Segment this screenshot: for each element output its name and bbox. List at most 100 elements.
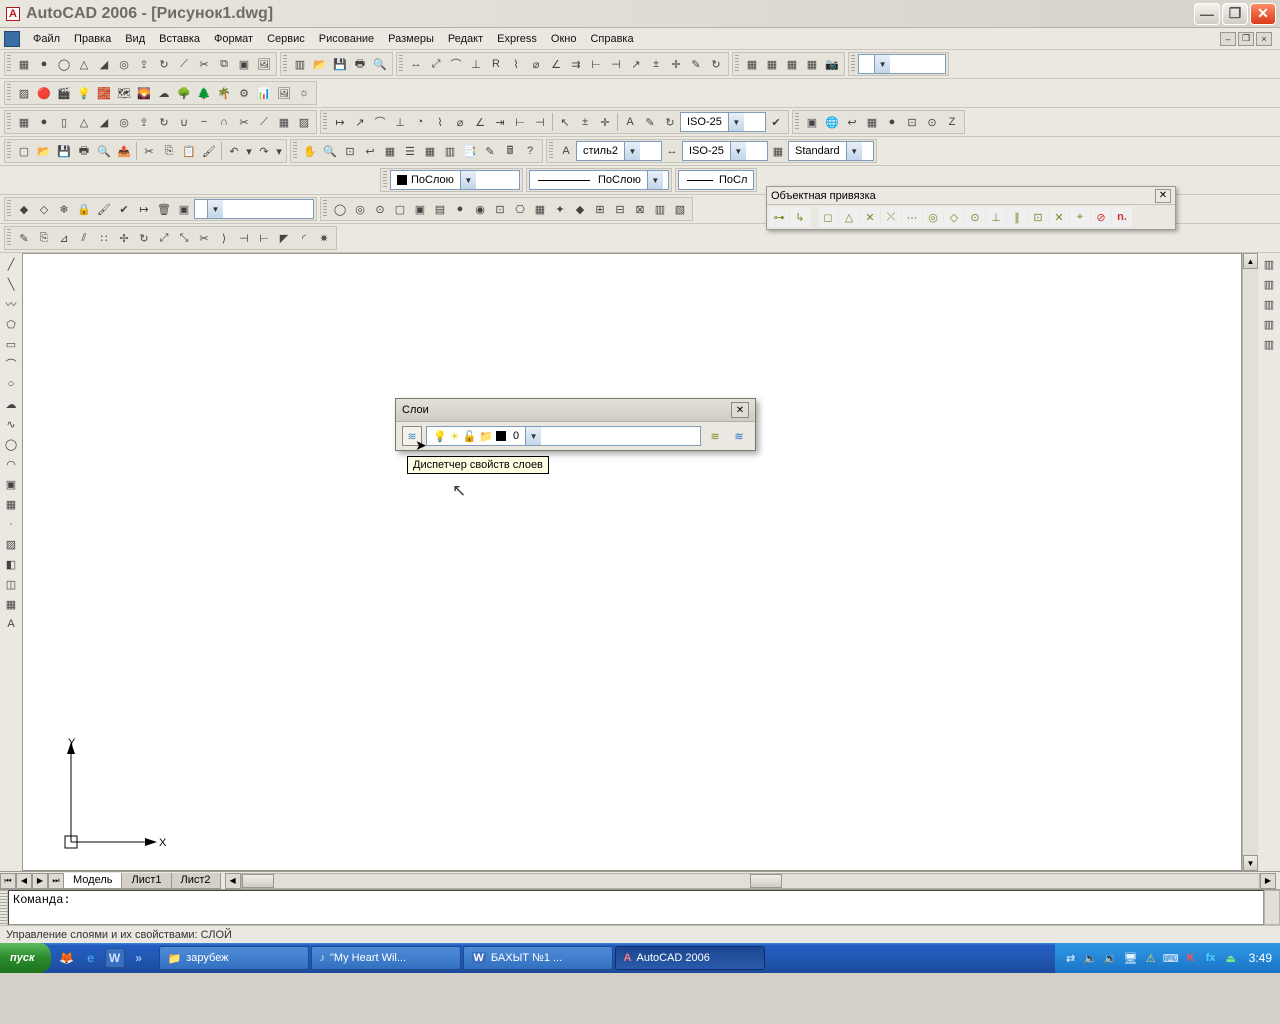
tool-palettes-icon[interactable]: ▥ [1260,255,1278,273]
ltype-combo[interactable]: ПоСлою▼ [529,170,669,190]
dimstyle-combo[interactable]: ISO-25▼ [680,112,766,132]
intersect-icon[interactable]: ∩ [214,112,234,132]
d-update-icon[interactable]: ↻ [660,112,680,132]
minimize-button[interactable]: — [1194,3,1220,25]
zoom-prev-icon[interactable]: ↩ [360,141,380,161]
ssm-icon[interactable]: 📑 [460,141,480,161]
textstyle-icon[interactable]: A [556,141,576,161]
layer-combo[interactable]: 💡 ☀ 🔓 📁 0 ▼ [426,426,701,446]
wedge-icon[interactable]: ◢ [94,54,114,74]
osnap-int-icon[interactable]: ✕ [860,207,880,227]
menu-window[interactable]: Окно [544,31,584,47]
d-jog-icon[interactable]: ⌇ [430,112,450,132]
layerfrz-icon[interactable]: ❄ [54,199,74,219]
re11-icon[interactable]: ▦ [530,199,550,219]
section-icon[interactable]: ✂ [194,54,214,74]
publish-icon[interactable]: 📤 [114,141,134,161]
ucs-obj-icon[interactable]: ● [882,112,902,132]
close-button[interactable]: ✕ [1250,3,1276,25]
slice2-icon[interactable]: ✂ [234,112,254,132]
dim-edit-icon[interactable]: ✎ [686,54,706,74]
ucs-z-icon[interactable]: Z [942,112,962,132]
save-icon[interactable]: 💾 [330,54,350,74]
color-combo[interactable]: ПоСлою▼ [390,170,520,190]
cylinder-icon[interactable]: ◯ [54,54,74,74]
dimstyle-icon[interactable]: ↔ [662,141,682,161]
re17-icon[interactable]: ▥ [650,199,670,219]
tab-last-button[interactable]: ⏭ [48,873,64,889]
menu-dimensions[interactable]: Размеры [381,31,441,47]
dc2-icon[interactable]: ▥ [1260,295,1278,313]
menu-edit[interactable]: Правка [67,31,118,47]
osnap-end-icon[interactable]: ◻ [818,207,838,227]
stats-icon[interactable]: 📊 [254,83,274,103]
paste-icon[interactable]: 📋 [179,141,199,161]
erase-icon[interactable]: ✎ [14,228,34,248]
offset-icon[interactable]: ⫽ [74,228,94,248]
view-left-icon[interactable]: ▦ [782,54,802,74]
slice-icon[interactable]: ⟋ [174,54,194,74]
osnap-close[interactable]: ✕ [1155,189,1171,203]
redo-drop-icon[interactable]: ▾ [274,141,284,161]
zoom-win-icon[interactable]: ⊡ [340,141,360,161]
view-top-icon[interactable]: ▦ [742,54,762,74]
dim-quick-icon[interactable]: ⇉ [566,54,586,74]
layer-state-button[interactable]: ≋ [729,426,749,446]
line-icon[interactable]: ╱ [2,255,20,273]
ucs-view-icon[interactable]: ⊡ [902,112,922,132]
preview2-icon[interactable]: 🔍 [94,141,114,161]
tray-safely-remove-icon[interactable]: ⏏ [1223,950,1239,966]
render-btn-icon[interactable]: 🔴 [34,83,54,103]
mapping-icon[interactable]: 🗺 [114,83,134,103]
task-media[interactable]: ♪"My Heart Wil... [311,946,461,970]
ucs-icon[interactable]: ▣ [802,112,822,132]
cut-icon[interactable]: ✂ [139,141,159,161]
layermove-icon[interactable]: ↦ [134,199,154,219]
hscroll-left[interactable]: ◀ [225,873,241,889]
menu-view[interactable]: Вид [118,31,152,47]
tab-first-button[interactable]: ⏮ [0,873,16,889]
setup2-icon[interactable]: ▦ [274,112,294,132]
undo-drop-icon[interactable]: ▾ [244,141,254,161]
makeblock-icon[interactable]: ▦ [2,495,20,513]
tray-lang-icon[interactable]: ⌨ [1163,950,1179,966]
cone-icon[interactable]: △ [74,54,94,74]
props-icon[interactable]: ☰ [400,141,420,161]
xline-icon[interactable]: ╲ [2,275,20,293]
subtract-icon[interactable]: − [194,112,214,132]
tray-display-icon[interactable]: 🖥 [1123,950,1139,966]
re13-icon[interactable]: ◆ [570,199,590,219]
menu-file[interactable]: Файл [26,31,67,47]
calc-icon[interactable]: 🖩 [500,141,520,161]
setup3-icon[interactable]: ▨ [294,112,314,132]
standard-combo[interactable]: Standard▼ [788,141,874,161]
redo-icon[interactable]: ↷ [254,141,274,161]
d-tedit-icon[interactable]: ✎ [640,112,660,132]
table-icon[interactable]: ▦ [2,595,20,613]
ucs-face-icon[interactable]: ▦ [862,112,882,132]
re7-icon[interactable]: ● [450,199,470,219]
help-icon[interactable]: ? [520,141,540,161]
tray-fx-icon[interactable]: fx [1203,950,1219,966]
setup-icon[interactable]: ▣ [234,54,254,74]
ql-firefox-icon[interactable]: 🦊 [57,948,77,968]
osnap-cen-icon[interactable]: ◎ [923,207,943,227]
gradient-icon[interactable]: ◧ [2,555,20,573]
preview-icon[interactable]: 🔍 [370,54,390,74]
tablestyle-icon[interactable]: ▦ [768,141,788,161]
layer-previous-button[interactable]: ≋ [705,426,725,446]
osnap-temp-icon[interactable]: ⊶ [769,207,789,227]
rpref-icon[interactable]: 🖼 [274,83,294,103]
landscape-new-icon[interactable]: 🌲 [194,83,214,103]
re1-icon[interactable]: ◯ [330,199,350,219]
osnap-par-icon[interactable]: ∥ [1007,207,1027,227]
tray-sound-icon[interactable]: 🔈 [1083,950,1099,966]
tab-model[interactable]: Модель [63,873,122,889]
dim-leader-icon[interactable]: ↗ [626,54,646,74]
dim-continue-icon[interactable]: ⊣ [606,54,626,74]
tray-clock[interactable]: 3:49 [1243,951,1272,965]
trim-icon[interactable]: ✂ [194,228,214,248]
view-bottom-icon[interactable]: ▦ [762,54,782,74]
osnap-settings-icon[interactable]: n. [1112,207,1132,227]
rect-icon[interactable]: ▭ [2,335,20,353]
